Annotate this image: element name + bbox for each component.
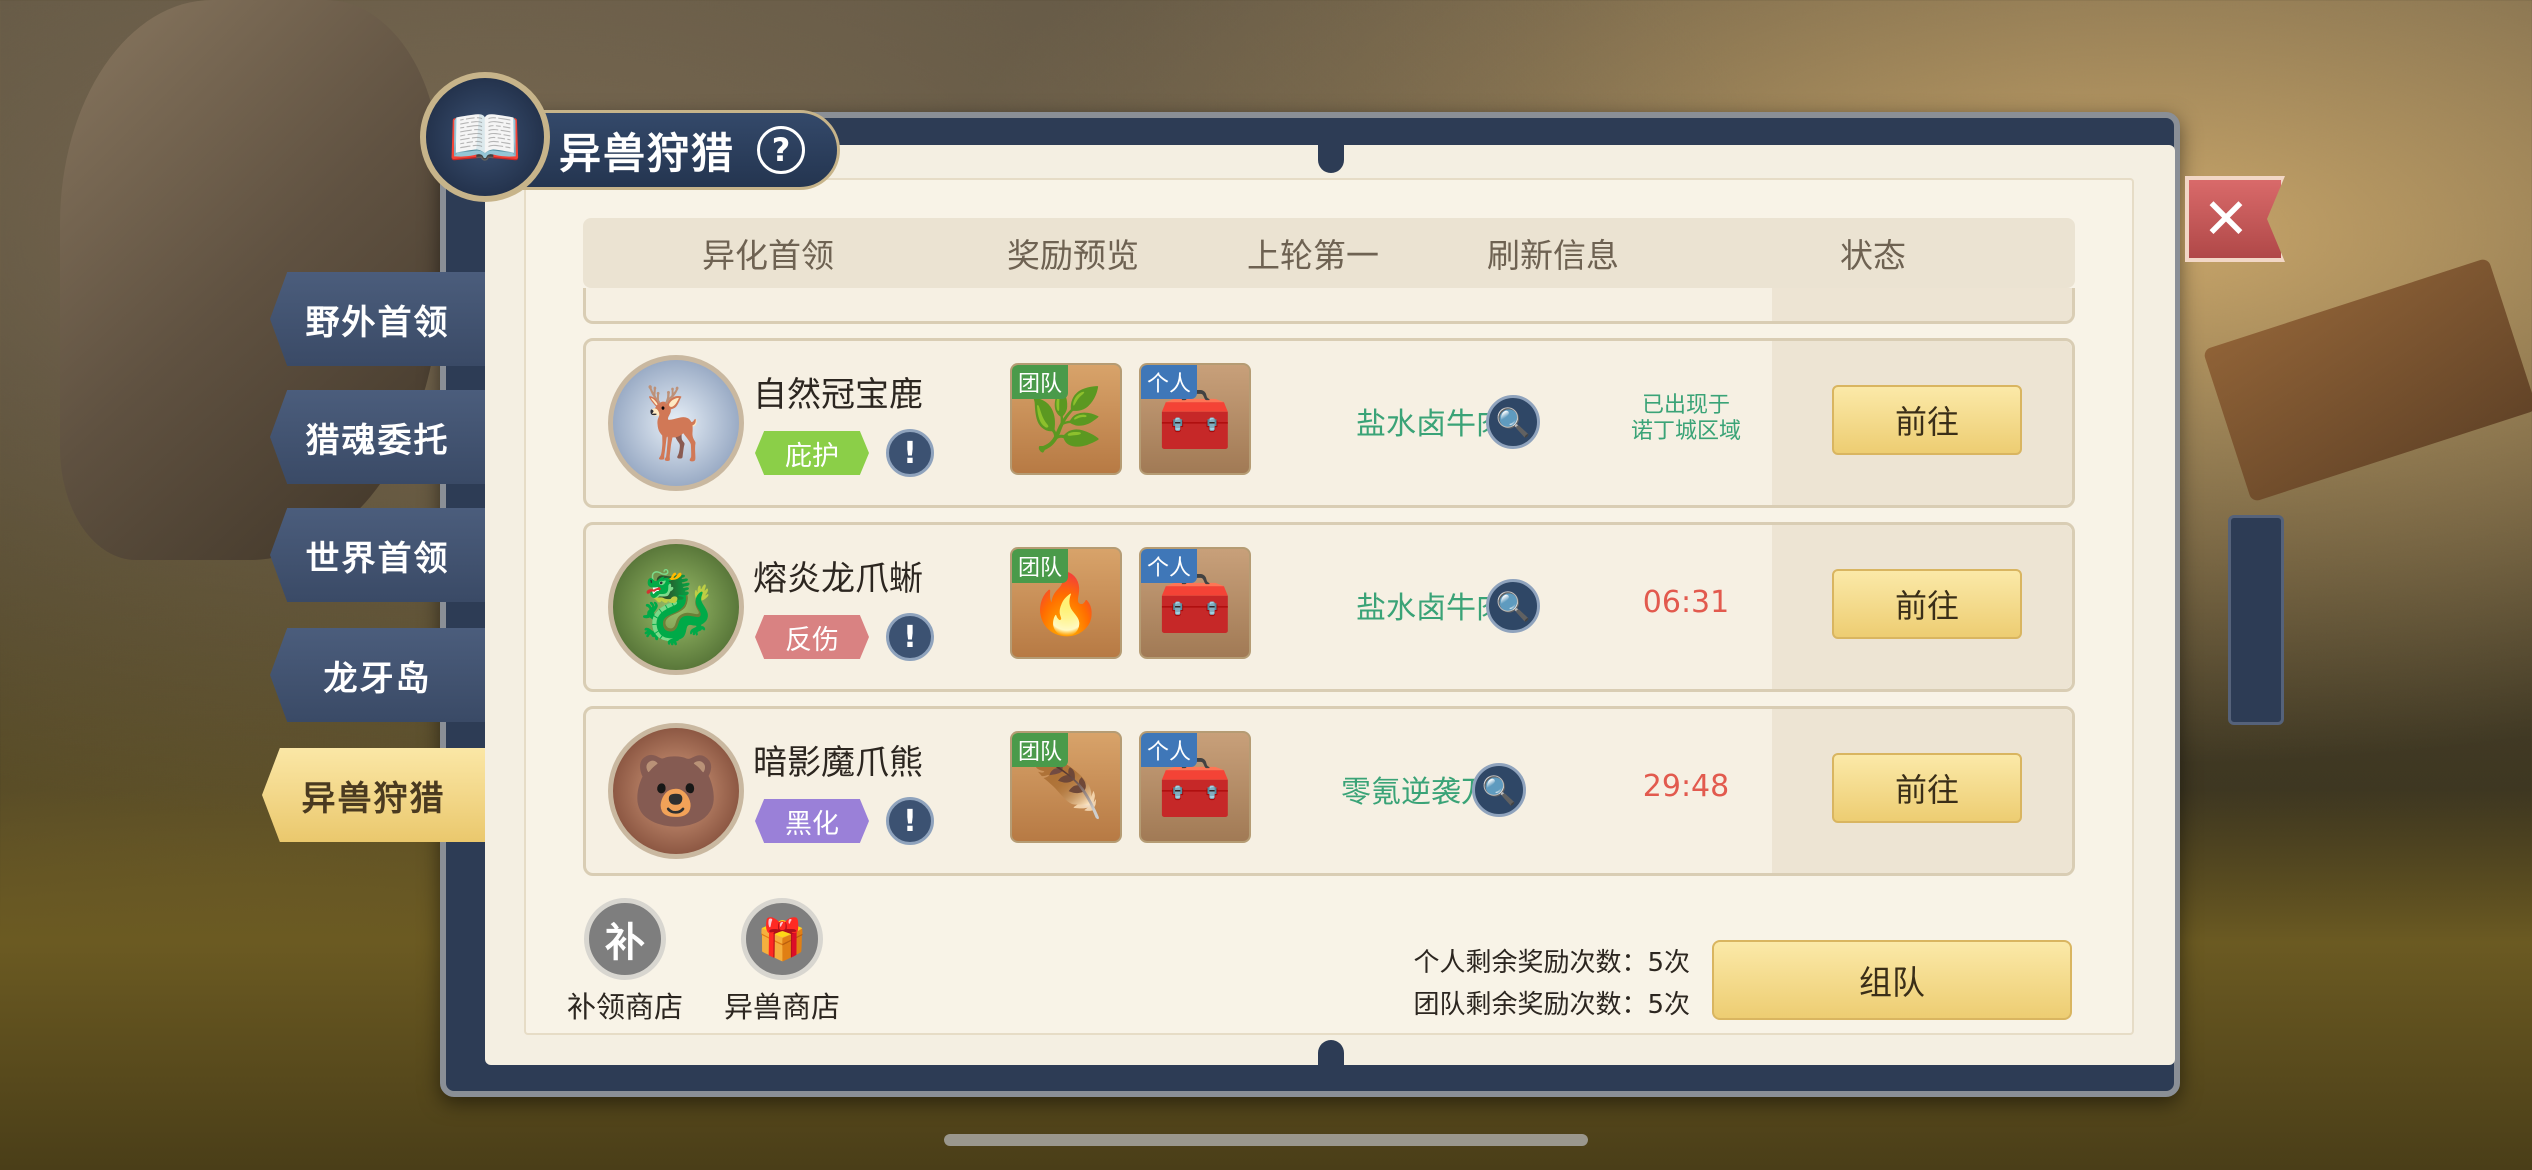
background-wood-planks — [2202, 257, 2532, 503]
column-header-refresh: 刷新信息 — [1487, 236, 1619, 275]
trait-badge: 反伤 — [755, 615, 869, 659]
reclaim-icon: 补 — [584, 898, 666, 980]
search-icon[interactable]: 🔍 — [1472, 763, 1526, 817]
tab-beast-hunt[interactable]: 异兽狩猎 — [262, 748, 485, 842]
deer-icon[interactable]: 🦌 — [608, 355, 744, 491]
trait-badge: 庇护 — [755, 431, 869, 475]
team-reward[interactable]: 团队 🔥 — [1010, 547, 1122, 659]
refresh-line: 已出现于 — [1641, 393, 1730, 418]
boss-name: 自然冠宝鹿 — [753, 375, 923, 415]
personal-reward[interactable]: 个人 🧰 — [1139, 363, 1251, 475]
column-header-status: 状态 — [1840, 236, 1906, 275]
personal-tag: 个人 — [1141, 549, 1198, 583]
table-header: 异化首领 奖励预览 上轮第一 刷新信息 状态 — [583, 218, 2075, 288]
refresh-timer: 06:31 — [1642, 585, 1730, 620]
gift-icon: 🎁 — [741, 898, 823, 980]
tab-soul-hunt[interactable]: 猎魂委托 — [270, 390, 485, 484]
book-spine-bottom — [1318, 1040, 1344, 1070]
team-reward[interactable]: 团队 🌿 — [1010, 363, 1122, 475]
search-icon[interactable]: 🔍 — [1486, 579, 1540, 633]
column-header-boss: 异化首领 — [702, 236, 834, 275]
book-side-tab — [2228, 515, 2284, 725]
personal-reward-count: 个人剩余奖励次数：5次 — [1413, 948, 1690, 978]
info-icon[interactable]: ! — [886, 613, 934, 661]
tab-wild-boss[interactable]: 野外首领 — [270, 272, 485, 366]
shop-label: 补领商店 — [566, 990, 683, 1024]
column-header-rewards: 奖励预览 — [1007, 236, 1139, 275]
partial-list-item — [583, 288, 2075, 324]
refresh-line: 诺丁城区域 — [1630, 419, 1741, 444]
list-item: 🦌 自然冠宝鹿 庇护 ! 团队 🌿 个人 🧰 盐水卤牛肉 🔍 已出现于 诺丁城区… — [583, 338, 2075, 508]
team-up-button[interactable]: 组队 — [1712, 940, 2072, 1020]
team-tag: 团队 — [1012, 733, 1069, 767]
book-emblem-icon: 📖 — [420, 72, 550, 202]
beast-shop-button[interactable]: 🎁 异兽商店 — [707, 898, 857, 1026]
bear-icon[interactable]: 🐻 — [608, 723, 744, 859]
list-item: 🐉 熔炎龙爪蜥 反伤 ! 团队 🔥 个人 🧰 盐水卤牛肉 🔍 06:31 前往 — [583, 522, 2075, 692]
reclaim-shop-button[interactable]: 补 补领商店 — [550, 898, 700, 1026]
info-icon[interactable]: ! — [886, 429, 934, 477]
tab-world-boss[interactable]: 世界首领 — [270, 508, 485, 602]
personal-tag: 个人 — [1141, 733, 1198, 767]
refresh-timer: 29:48 — [1642, 769, 1730, 804]
help-icon[interactable]: ? — [757, 126, 806, 174]
book-spine-top — [1318, 143, 1344, 173]
team-tag: 团队 — [1012, 365, 1069, 399]
search-icon[interactable]: 🔍 — [1486, 395, 1540, 449]
team-tag: 团队 — [1012, 549, 1069, 583]
top-player-name: 零氪逆袭万氪 — [1341, 775, 1521, 810]
boss-name: 熔炎龙爪蜥 — [753, 559, 923, 599]
personal-reward[interactable]: 个人 🧰 — [1139, 731, 1251, 843]
tab-dragon-island[interactable]: 龙牙岛 — [270, 628, 485, 722]
trait-badge: 黑化 — [755, 799, 869, 843]
column-header-last-top: 上轮第一 — [1247, 236, 1379, 275]
close-button[interactable]: ✕ — [2185, 176, 2285, 262]
personal-tag: 个人 — [1141, 365, 1198, 399]
home-indicator[interactable] — [944, 1134, 1588, 1146]
page-title: 异兽狩猎 — [559, 128, 736, 178]
shop-label: 异兽商店 — [723, 990, 840, 1024]
team-reward[interactable]: 团队 🪶 — [1010, 731, 1122, 843]
list-item: 🐻 暗影魔爪熊 黑化 ! 团队 🪶 个人 🧰 零氪逆袭万氪 🔍 29:48 前往 — [583, 706, 2075, 876]
boss-name: 暗影魔爪熊 — [753, 743, 923, 783]
team-reward-count: 团队剩余奖励次数：5次 — [1413, 990, 1690, 1020]
go-button[interactable]: 前往 — [1832, 385, 2022, 455]
go-button[interactable]: 前往 — [1832, 753, 2022, 823]
personal-reward[interactable]: 个人 🧰 — [1139, 547, 1251, 659]
go-button[interactable]: 前往 — [1832, 569, 2022, 639]
dragon-icon[interactable]: 🐉 — [608, 539, 744, 675]
info-icon[interactable]: ! — [886, 797, 934, 845]
refresh-info: 已出现于 诺丁城区域 — [1566, 393, 1806, 445]
